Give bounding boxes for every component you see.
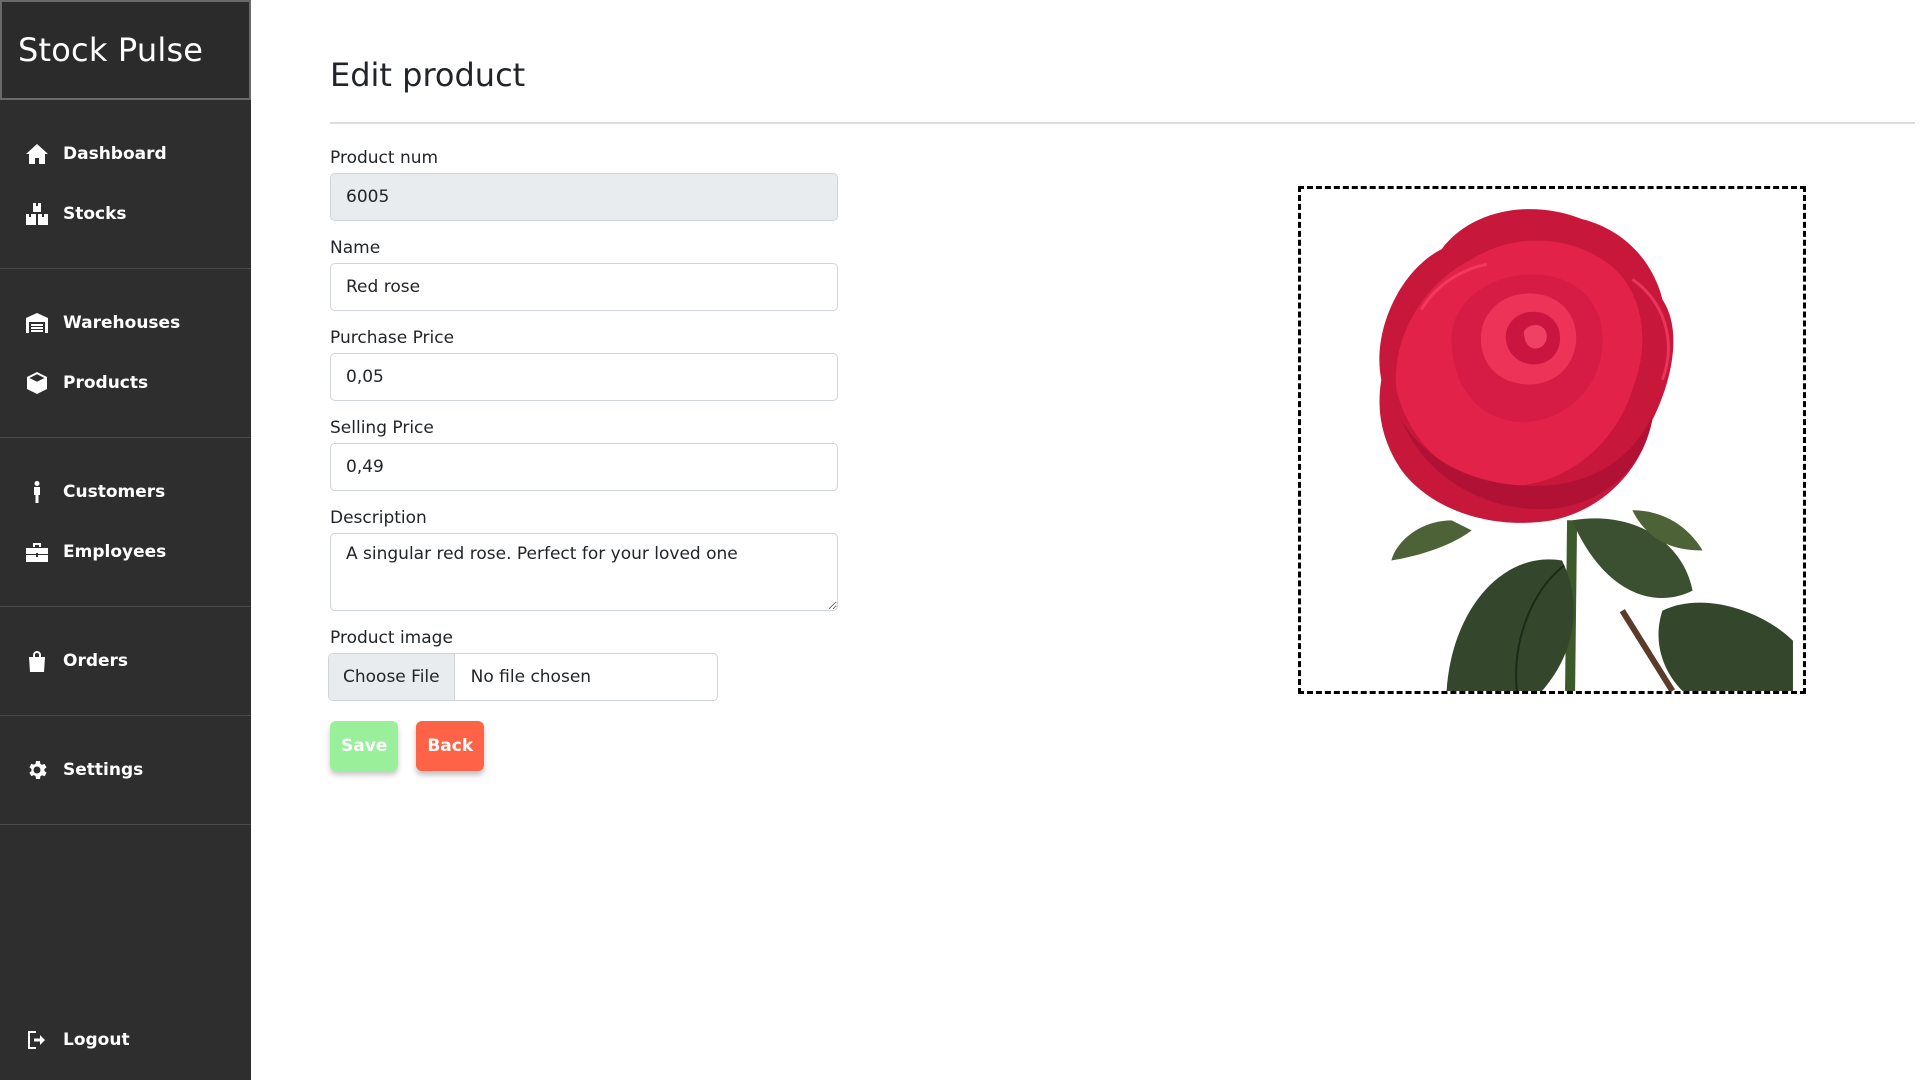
nav-group-settings: Settings — [0, 716, 251, 825]
brand-title: Stock Pulse — [18, 31, 204, 69]
selling-price-group: Selling Price — [330, 413, 838, 491]
name-group: Name — [330, 233, 838, 311]
product-num-label: Product num — [330, 148, 439, 168]
rose-image — [1379, 209, 1793, 691]
sidebar: Stock Pulse Dashboard Stocks Warehouses — [0, 0, 251, 1080]
file-status-text: No file chosen — [470, 667, 592, 687]
sidebar-item-label: Dashboard — [63, 144, 167, 164]
sidebar-item-customers[interactable]: Customers — [0, 462, 251, 522]
briefcase-icon — [24, 539, 50, 565]
product-num-input[interactable] — [330, 173, 838, 221]
shopping-bag-icon — [24, 648, 50, 674]
sidebar-item-label: Warehouses — [63, 313, 181, 333]
description-label: Description — [330, 508, 427, 528]
sidebar-item-label: Products — [63, 373, 149, 393]
save-button[interactable]: Save — [330, 721, 399, 771]
form-actions: Save Back — [330, 721, 838, 771]
name-label: Name — [330, 238, 381, 258]
product-image-label: Product image — [330, 628, 453, 648]
sidebar-item-settings[interactable]: Settings — [0, 740, 251, 800]
page-title: Edit product — [330, 56, 526, 94]
logout-icon — [24, 1027, 50, 1053]
gear-icon — [24, 757, 50, 783]
nav-group-main: Dashboard Stocks — [0, 100, 251, 269]
warehouse-icon — [24, 310, 50, 336]
sidebar-item-warehouses[interactable]: Warehouses — [0, 293, 251, 353]
purchase-price-group: Purchase Price — [330, 323, 838, 401]
person-icon — [24, 479, 50, 505]
sidebar-item-label: Logout — [63, 1030, 130, 1050]
home-icon — [24, 141, 50, 167]
main-content: Edit product Product num Name Purchase P… — [251, 0, 1920, 1080]
sidebar-item-products[interactable]: Products — [0, 353, 251, 413]
name-input[interactable] — [330, 263, 838, 311]
sidebar-item-label: Orders — [63, 651, 129, 671]
sidebar-item-orders[interactable]: Orders — [0, 631, 251, 691]
sidebar-item-label: Customers — [63, 482, 166, 502]
nav-group-orders: Orders — [0, 607, 251, 716]
product-num-group: Product num — [330, 143, 838, 221]
boxes-icon — [24, 201, 50, 227]
sidebar-item-dashboard[interactable]: Dashboard — [0, 124, 251, 184]
sidebar-item-label: Stocks — [63, 204, 127, 224]
box-icon — [24, 370, 50, 396]
selling-price-input[interactable] — [330, 443, 838, 491]
file-input[interactable]: Choose File No file chosen — [328, 653, 718, 701]
edit-product-form: Product num Name Purchase Price Selling … — [328, 143, 838, 771]
brand[interactable]: Stock Pulse — [0, 0, 251, 100]
nav-group-people: Customers Employees — [0, 438, 251, 607]
sidebar-item-stocks[interactable]: Stocks — [0, 184, 251, 244]
title-divider — [330, 122, 1915, 124]
product-image-preview — [1298, 186, 1806, 694]
sidebar-item-label: Settings — [63, 760, 144, 780]
description-textarea[interactable]: A singular red rose. Perfect for your lo… — [330, 533, 838, 611]
back-button[interactable]: Back — [416, 721, 485, 771]
logout-area: Logout — [0, 1000, 251, 1080]
selling-price-label: Selling Price — [330, 418, 434, 438]
nav-group-inventory: Warehouses Products — [0, 269, 251, 438]
sidebar-item-employees[interactable]: Employees — [0, 522, 251, 582]
product-image-group: Product image Choose File No file chosen — [328, 623, 838, 701]
purchase-price-label: Purchase Price — [330, 328, 455, 348]
description-group: Description A singular red rose. Perfect… — [330, 503, 838, 611]
purchase-price-input[interactable] — [330, 353, 838, 401]
sidebar-item-label: Employees — [63, 542, 167, 562]
choose-file-button[interactable]: Choose File — [329, 654, 455, 700]
sidebar-item-logout[interactable]: Logout — [0, 1000, 251, 1080]
